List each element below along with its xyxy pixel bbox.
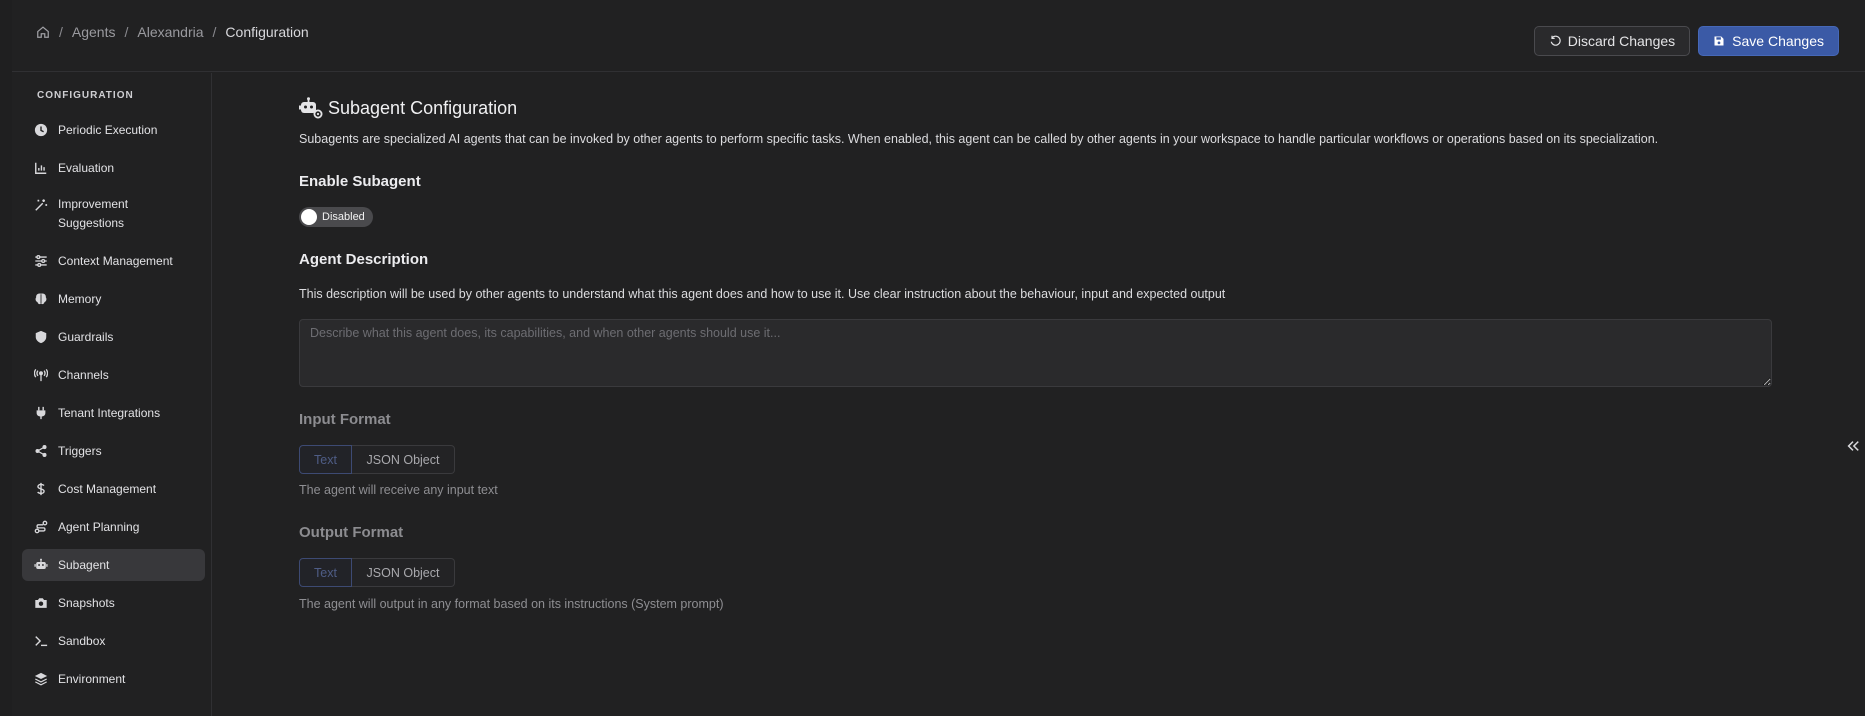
layers-icon [34, 672, 48, 686]
sidebar-item-label: Triggers [58, 444, 102, 458]
save-changes-button[interactable]: Save Changes [1698, 26, 1839, 56]
agent-description-help: This description will be used by other a… [299, 287, 1226, 301]
sidebar-item-label: Cost Management [58, 482, 157, 496]
sidebar-title: CONFIGURATION [37, 90, 134, 101]
bar-chart-icon [35, 162, 47, 174]
breadcrumb-alexandria[interactable]: Alexandria [137, 24, 203, 40]
output-format-help: The agent will output in any format base… [299, 597, 724, 611]
output-format-text-option[interactable]: Text [299, 558, 352, 587]
breadcrumb-agents[interactable]: Agents [72, 24, 116, 40]
sidebar-item-label: Guardrails [58, 330, 114, 344]
sidebar-item-guardrails[interactable]: Guardrails [22, 321, 205, 353]
sidebar: CONFIGURATION Periodic Execution Evaluat… [12, 73, 212, 716]
save-changes-label: Save Changes [1732, 33, 1824, 49]
toggle-knob [301, 209, 317, 225]
section-description: Subagents are specialized AI agents that… [299, 132, 1659, 146]
sidebar-item-label: Context Management [58, 254, 173, 268]
enable-subagent-toggle[interactable]: Disabled [299, 207, 373, 227]
breadcrumb-separator: / [212, 24, 217, 40]
top-bar: / Agents / Alexandria / Configuration Di… [12, 0, 1865, 72]
header-actions: Discard Changes Save Changes [1533, 26, 1839, 56]
shield-icon [35, 330, 47, 344]
terminal-icon [35, 636, 48, 647]
app-window: / Agents / Alexandria / Configuration Di… [12, 0, 1865, 716]
output-format-selector: Text JSON Object [299, 558, 455, 587]
sidebar-item-label: Tenant Integrations [58, 406, 161, 420]
input-format-label: Input Format [299, 411, 391, 428]
toggle-state-label: Disabled [322, 211, 365, 223]
input-format-text-option[interactable]: Text [299, 445, 352, 474]
sidebar-item-context-management[interactable]: Context Management [22, 245, 205, 277]
discard-changes-label: Discard Changes [1567, 33, 1676, 49]
camera-icon [35, 598, 47, 608]
output-format-json-option[interactable]: JSON Object [352, 558, 455, 587]
sidebar-item-label: Environment [58, 672, 126, 686]
sidebar-item-snapshots[interactable]: Snapshots [22, 587, 205, 619]
sidebar-item-periodic-execution[interactable]: Periodic Execution [22, 114, 205, 146]
sidebar-item-environment[interactable]: Environment [22, 663, 205, 695]
sidebar-item-label: Agent Planning [58, 520, 140, 534]
clock-icon [34, 123, 48, 137]
sidebar-item-tenant-integrations[interactable]: Tenant Integrations [22, 397, 205, 429]
share-nodes-icon [35, 445, 47, 457]
sidebar-item-label: Channels [58, 368, 109, 382]
magic-wand-icon [35, 199, 48, 211]
page-title: Subagent Configuration [328, 97, 518, 118]
sidebar-item-subagent[interactable]: Subagent [22, 549, 205, 581]
agent-description-label: Agent Description [299, 251, 429, 268]
sidebar-item-label: Snapshots [58, 596, 115, 610]
sidebar-item-label: Periodic Execution [58, 123, 158, 137]
collapse-panel-button[interactable] [1841, 434, 1865, 458]
sidebar-item-sandbox[interactable]: Sandbox [22, 625, 205, 657]
sidebar-nav: Periodic Execution Evaluation Improvemen… [22, 114, 205, 701]
breadcrumb-current: Configuration [225, 24, 309, 40]
sidebar-item-triggers[interactable]: Triggers [22, 435, 205, 467]
input-format-help: The agent will receive any input text [299, 483, 498, 497]
sidebar-item-channels[interactable]: Channels [22, 359, 205, 391]
agent-description-textarea[interactable] [299, 319, 1772, 387]
enable-subagent-label: Enable Subagent [299, 173, 421, 190]
home-icon[interactable] [36, 25, 50, 39]
sidebar-item-cost-management[interactable]: Cost Management [22, 473, 205, 505]
plug-icon [36, 406, 46, 420]
sidebar-item-label: Evaluation [58, 161, 115, 175]
save-icon [1714, 36, 1724, 46]
input-format-json-option[interactable]: JSON Object [352, 445, 455, 474]
brain-icon [35, 293, 47, 305]
sidebar-item-evaluation[interactable]: Evaluation [22, 152, 205, 184]
route-icon [34, 520, 48, 534]
robot-icon [34, 558, 48, 569]
sidebar-item-agent-planning[interactable]: Agent Planning [22, 511, 205, 543]
sidebar-item-label: Sandbox [58, 634, 106, 648]
sliders-icon [35, 255, 47, 267]
section-header: Subagent Configuration [299, 97, 517, 119]
sidebar-item-label: Improvement Suggestions [58, 197, 129, 230]
sidebar-item-label: Memory [58, 292, 102, 306]
sidebar-item-improvement-suggestions[interactable]: Improvement Suggestions [22, 190, 205, 239]
breadcrumb-separator: / [59, 24, 63, 40]
breadcrumb-separator: / [124, 24, 129, 40]
breadcrumb: / Agents / Alexandria / Configuration [36, 24, 309, 40]
output-format-label: Output Format [299, 524, 404, 541]
input-format-selector: Text JSON Object [299, 445, 455, 474]
sidebar-item-memory[interactable]: Memory [22, 283, 205, 315]
dollar-icon [37, 482, 45, 496]
undo-icon [1550, 35, 1561, 46]
chevrons-left-icon [1847, 441, 1859, 451]
sidebar-item-label: Subagent [58, 558, 110, 572]
robot-settings-icon [299, 97, 323, 119]
antenna-icon [34, 368, 48, 382]
discard-changes-button[interactable]: Discard Changes [1533, 26, 1691, 56]
